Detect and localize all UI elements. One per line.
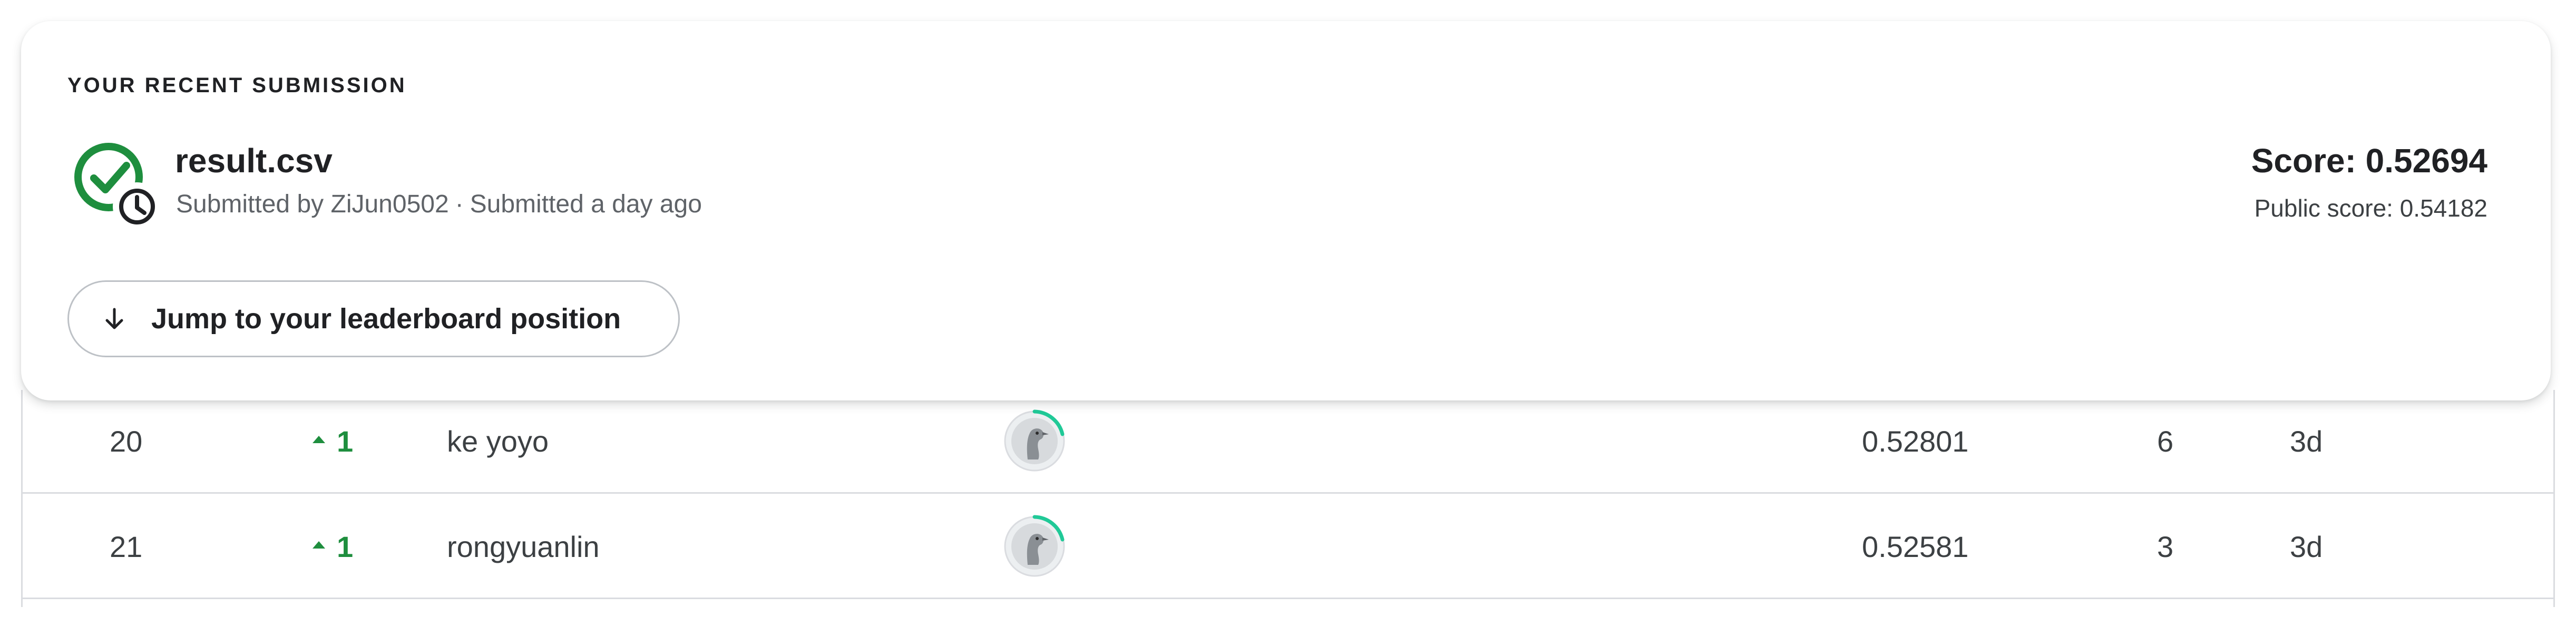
kaggle-default-avatar-icon (1004, 515, 1065, 577)
last-submission-cell: 3d (2290, 424, 2323, 458)
check-circle-with-clock-icon (74, 143, 161, 231)
meta-separator: · (455, 190, 464, 218)
jump-to-leaderboard-button[interactable]: Jump to your leaderboard position (67, 280, 680, 357)
team-name[interactable]: ke yoyo (447, 390, 921, 492)
rank-cell: 21 (110, 530, 143, 563)
public-score: Public score: 0.54182 (2254, 194, 2487, 222)
submission-file-name[interactable]: result.csv (175, 141, 333, 180)
rank-change-cell: 1 (313, 390, 392, 492)
rank-change-value: 1 (337, 530, 354, 563)
rank-up-icon (313, 541, 325, 549)
score-cell: 0.52801 (1862, 424, 1969, 458)
entries-cell: 6 (2157, 424, 2174, 458)
team-avatar[interactable] (998, 390, 1071, 492)
kaggle-default-avatar-icon (1004, 409, 1065, 472)
score-cell: 0.52581 (1862, 530, 1969, 563)
card-heading: YOUR RECENT SUBMISSION (67, 74, 407, 97)
rank-up-icon (313, 436, 325, 443)
private-score: Score: 0.52694 (2251, 142, 2487, 180)
table-row[interactable]: 20 1 ke yoyo 0.52801 6 3d (23, 390, 2553, 494)
submitted-time: Submitted a day ago (470, 190, 702, 218)
recent-submission-card: YOUR RECENT SUBMISSION result.csv Submit… (21, 21, 2551, 400)
jump-button-label: Jump to your leaderboard position (151, 303, 621, 335)
last-submission-cell: 3d (2290, 530, 2323, 563)
submission-meta: Submitted by ZiJun0502 · Submitted a day a… (176, 190, 702, 219)
entries-cell: 3 (2157, 530, 2174, 563)
team-avatar[interactable] (998, 495, 1071, 598)
leaderboard-table: 20 1 ke yoyo 0.52801 6 3d 21 1 rongyuanl… (21, 390, 2555, 607)
arrow-down-icon (99, 303, 130, 335)
table-row[interactable]: 21 1 rongyuanlin 0.52581 3 3d (23, 495, 2553, 599)
team-name[interactable]: rongyuanlin (447, 495, 921, 598)
submitter-name[interactable]: ZiJun0502 (331, 190, 449, 218)
submitted-by-label: Submitted by (176, 190, 324, 218)
rank-cell: 20 (110, 424, 143, 458)
rank-change-value: 1 (337, 424, 354, 458)
rank-change-cell: 1 (313, 495, 392, 598)
